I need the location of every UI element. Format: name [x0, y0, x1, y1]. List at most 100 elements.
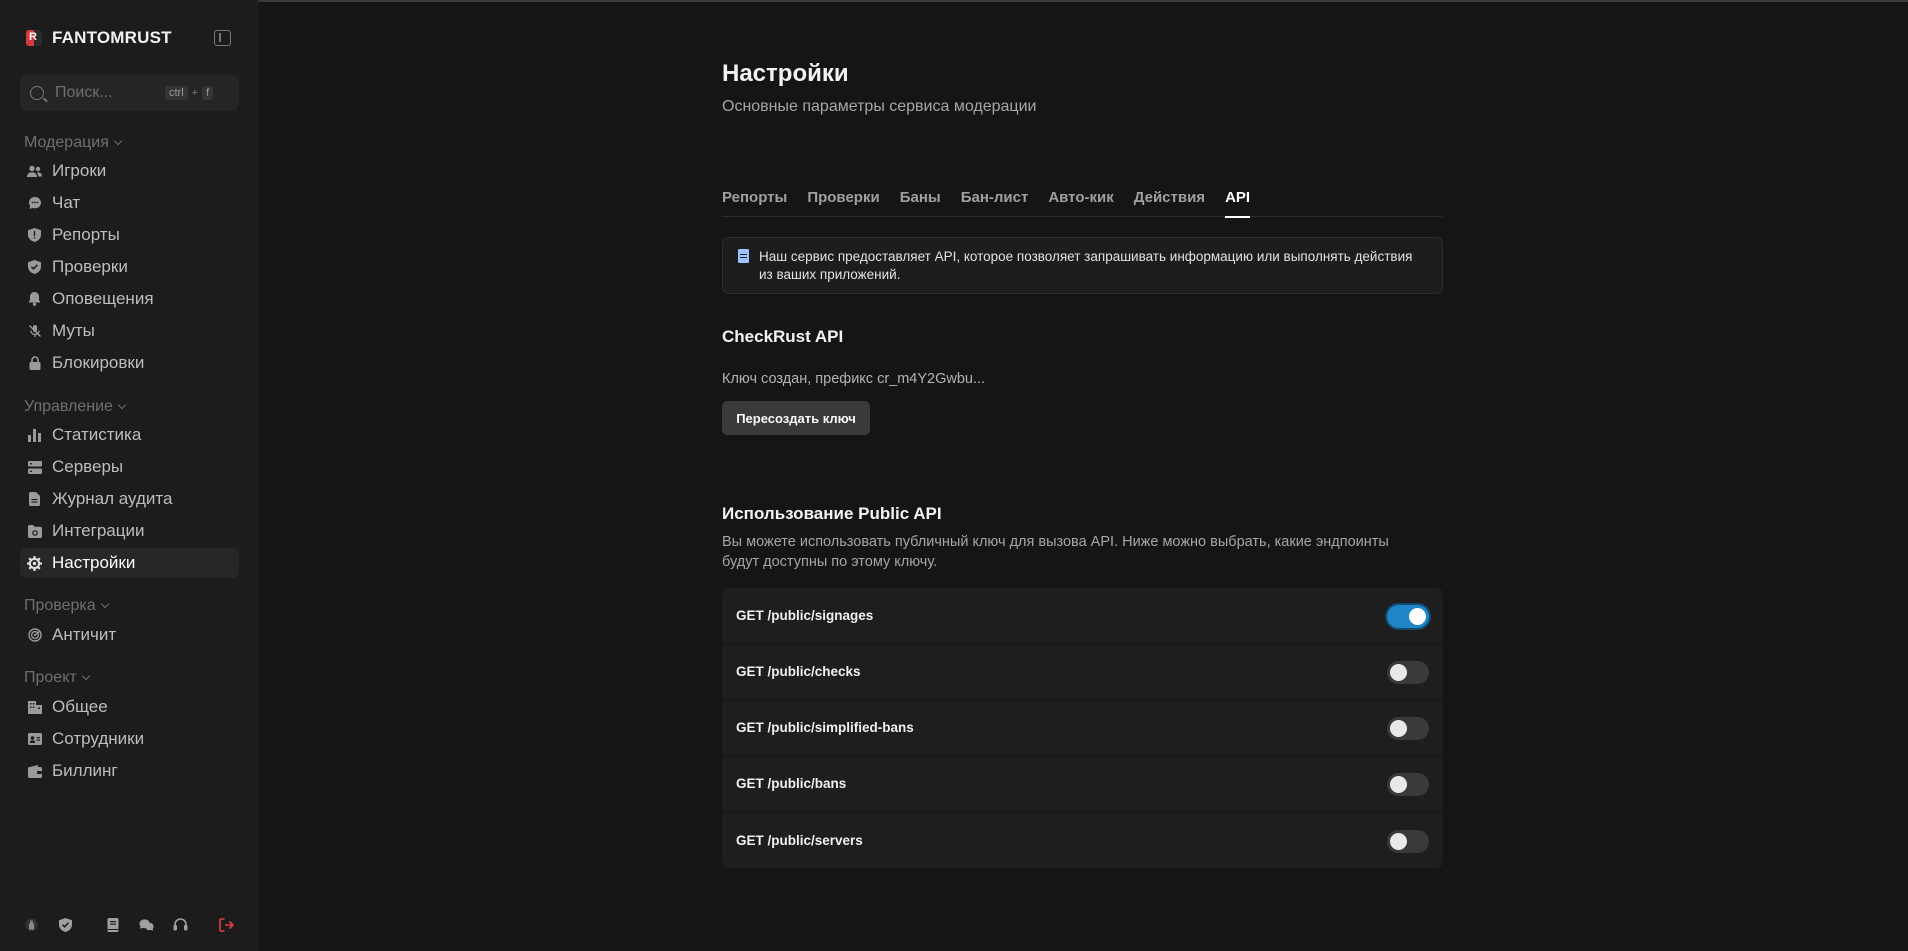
group-title-management[interactable]: Управление [24, 398, 127, 416]
search-input[interactable] [55, 84, 165, 102]
sidebar-item-settings[interactable]: Настройки [20, 548, 239, 578]
tab-reports[interactable]: Репорты [722, 186, 787, 217]
endpoint-toggle-checks[interactable] [1387, 661, 1429, 684]
public-api-description-line2: будут доступны по этому ключу. [722, 554, 938, 570]
endpoint-toggle-signages[interactable] [1387, 605, 1429, 628]
page-subtitle: Основные параметры сервиса модерации [722, 98, 1037, 115]
sidebar-item-billing[interactable]: Биллинг [20, 756, 239, 786]
regenerate-key-button[interactable]: Пересоздать ключ [722, 401, 870, 435]
sidebar-item-audit-log[interactable]: Журнал аудита [20, 484, 239, 514]
sidebar-item-mutes[interactable]: Муты [20, 316, 239, 346]
bar-chart-icon [27, 428, 42, 443]
sidebar-item-integrations[interactable]: Интеграции [20, 516, 239, 546]
shield-check-icon [27, 260, 42, 275]
chevron-down-icon [81, 671, 90, 681]
brand[interactable]: R FANTOMRUST [26, 28, 172, 48]
sidebar-item-staff[interactable]: Сотрудники [20, 724, 239, 754]
bell-icon [27, 292, 42, 307]
info-text-line1: Наш сервис предоставляет API, которое по… [759, 249, 1413, 264]
public-api-description-line1: Вы можете использовать публичный ключ дл… [722, 534, 1389, 550]
sidebar-item-checks[interactable]: Проверки [20, 252, 239, 282]
public-api-description: Вы можете использовать публичный ключ дл… [722, 532, 1442, 572]
sidebar-collapse-icon[interactable] [214, 30, 231, 46]
shortcut-plus: + [191, 87, 199, 99]
toggle-knob [1409, 608, 1426, 625]
headset-icon[interactable] [173, 917, 188, 932]
mic-off-icon [27, 324, 42, 339]
sidebar-item-statistics[interactable]: Статистика [20, 420, 239, 450]
endpoint-toggle-simplified-bans[interactable] [1387, 717, 1429, 740]
sidebar-item-bans[interactable]: Блокировки [20, 348, 239, 378]
shortcut-key: f [202, 86, 214, 100]
endpoint-row: GET /public/signages [722, 588, 1443, 644]
api-info-callout: Наш сервис предоставляет API, которое по… [722, 237, 1443, 294]
page-title: Настройки [722, 60, 849, 87]
server-icon [27, 460, 42, 475]
building-icon [27, 700, 42, 715]
sidebar-item-servers[interactable]: Серверы [20, 452, 239, 482]
shortcut-ctrl: ctrl [165, 86, 188, 100]
bottle-icon[interactable] [24, 917, 39, 932]
toggle-knob [1390, 832, 1407, 850]
brand-logo: R [26, 30, 42, 46]
folder-link-icon [27, 524, 42, 539]
window-top-border [0, 0, 1908, 2]
endpoint-label: GET /public/checks [736, 664, 861, 679]
users-icon [27, 164, 42, 179]
sidebar: R FANTOMRUST ctrl + f Модерация Игроки Ч… [0, 0, 258, 951]
sidebar-item-alerts[interactable]: Оповещения [20, 284, 239, 314]
tab-ban-list[interactable]: Бан-лист [961, 186, 1029, 217]
endpoint-label: GET /public/servers [736, 832, 863, 848]
tab-actions[interactable]: Действия [1134, 186, 1205, 217]
logout-icon[interactable] [219, 917, 234, 932]
chat-bubbles-icon[interactable] [139, 917, 154, 932]
document-icon [738, 249, 749, 263]
group-title-moderation[interactable]: Модерация [24, 134, 123, 152]
toggle-knob [1390, 720, 1407, 737]
toggle-knob [1390, 664, 1407, 681]
wallet-icon [27, 764, 42, 779]
endpoint-toggle-servers[interactable] [1387, 829, 1429, 853]
chevron-down-icon [113, 136, 123, 146]
id-card-icon [27, 732, 42, 747]
chevron-down-icon [117, 400, 127, 410]
endpoint-row: GET /public/servers [722, 812, 1443, 868]
tab-auto-kick[interactable]: Авто-кик [1048, 186, 1113, 217]
sidebar-item-general[interactable]: Общее [20, 692, 239, 722]
tab-bans[interactable]: Баны [900, 186, 941, 217]
endpoint-row: GET /public/simplified-bans [722, 700, 1443, 756]
search-box[interactable]: ctrl + f [20, 75, 239, 111]
group-title-check[interactable]: Проверка [24, 597, 109, 615]
book-icon[interactable] [105, 917, 120, 932]
api-key-status: Ключ создан, префикс cr_m4Y2Gwbu... [722, 371, 986, 387]
info-text-line2: из ваших приложений. [759, 266, 901, 282]
endpoint-list: GET /public/signages GET /public/checks … [722, 588, 1443, 868]
lock-icon [27, 356, 42, 371]
tab-checks[interactable]: Проверки [807, 186, 879, 217]
endpoint-toggle-bans[interactable] [1387, 773, 1429, 796]
endpoint-label: GET /public/bans [736, 776, 847, 791]
sidebar-item-chat[interactable]: Чат [20, 188, 239, 218]
public-api-title: Использование Public API [722, 504, 942, 523]
endpoint-row: GET /public/checks [722, 644, 1443, 700]
sidebar-item-anticheat[interactable]: Античит [20, 620, 239, 650]
group-title-project[interactable]: Проект [24, 669, 90, 687]
radar-icon [27, 628, 42, 643]
shield-icon[interactable] [58, 917, 73, 932]
endpoint-row: GET /public/bans [722, 756, 1443, 812]
settings-tabs: Репорты Проверки Баны Бан-лист Авто-кик … [722, 186, 1442, 218]
endpoint-label: GET /public/simplified-bans [736, 720, 914, 735]
file-icon [27, 492, 42, 507]
search-icon [30, 86, 44, 100]
brand-name: FANTOMRUST [52, 28, 172, 47]
toggle-knob [1390, 776, 1407, 793]
sidebar-item-players[interactable]: Игроки [20, 156, 239, 186]
tab-api[interactable]: API [1225, 186, 1251, 218]
chat-icon [27, 196, 42, 211]
sidebar-item-reports[interactable]: Репорты [20, 220, 239, 250]
endpoint-label: GET /public/signages [736, 608, 874, 623]
gear-icon [27, 555, 42, 571]
checkrust-api-title: CheckRust API [722, 327, 844, 346]
chevron-down-icon [100, 599, 109, 609]
shield-alert-icon [27, 228, 42, 243]
